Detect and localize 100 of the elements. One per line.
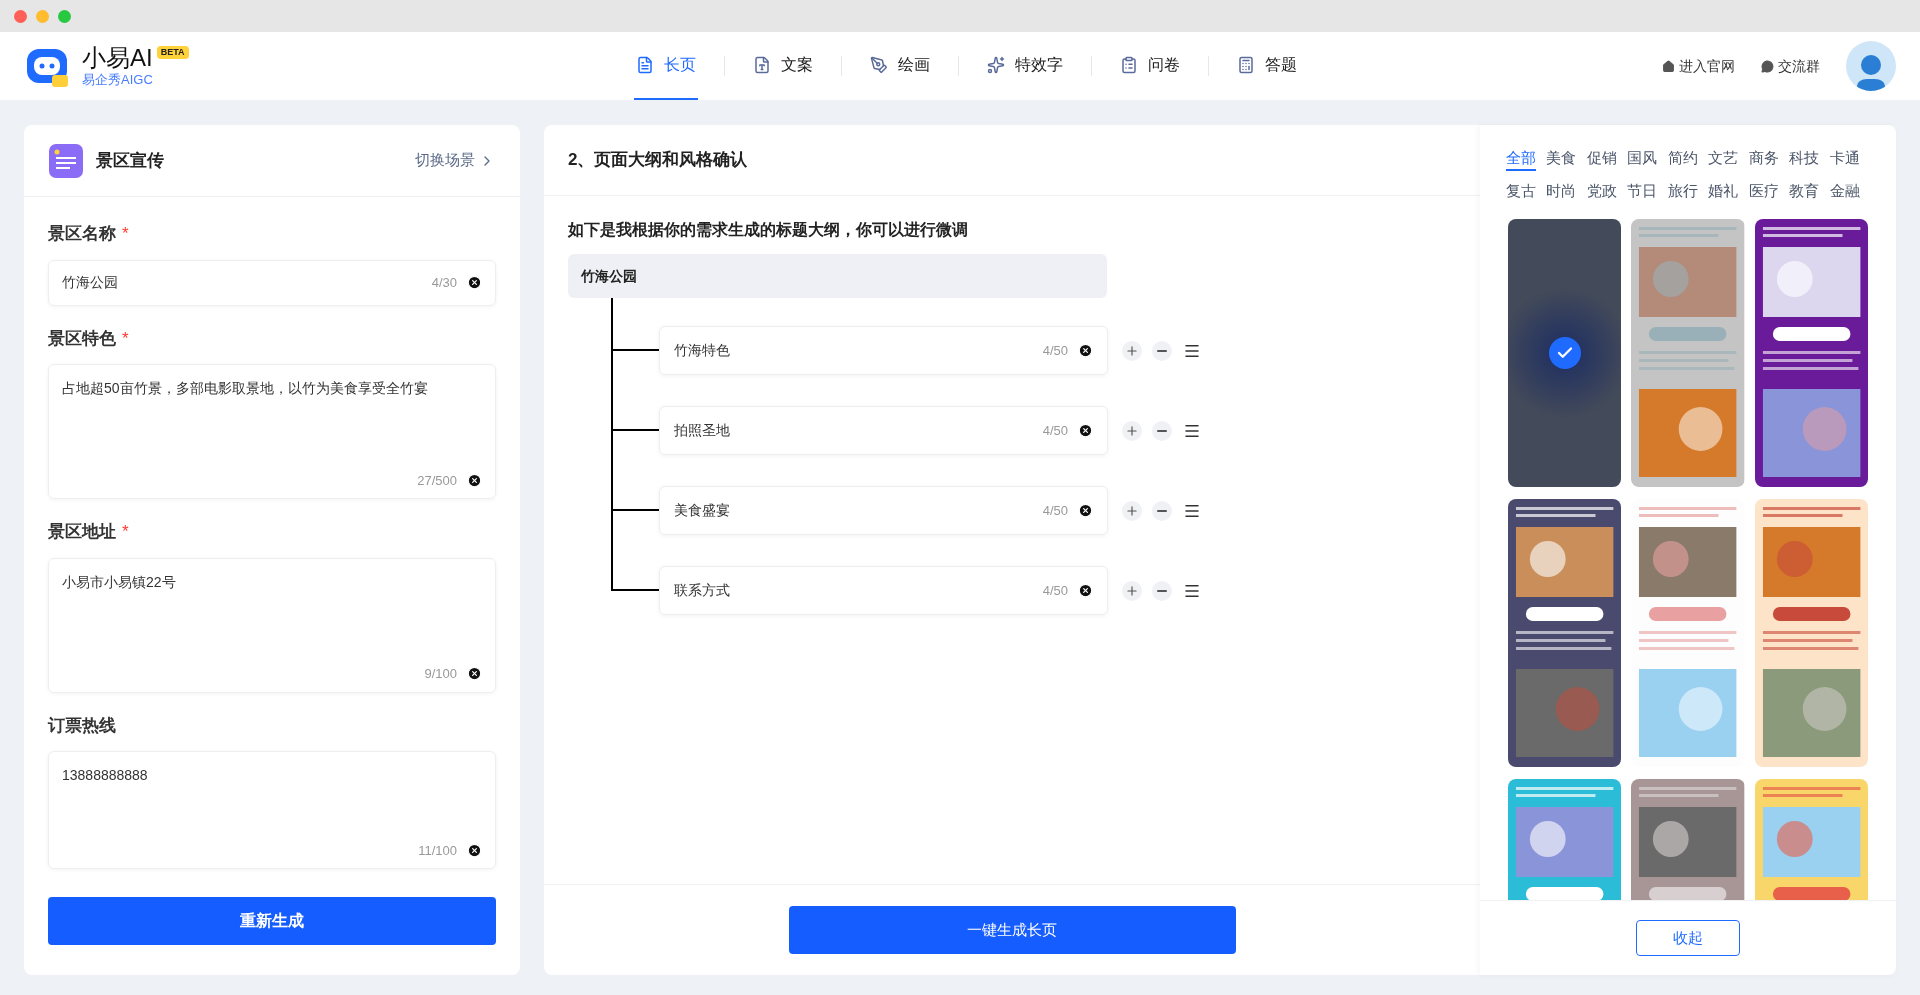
textarea-field[interactable]: 13888888888 11/100 (48, 751, 496, 869)
clear-icon (1078, 503, 1093, 518)
nav-tab[interactable]: 文案 (751, 32, 815, 100)
chat-bubble-icon (1761, 59, 1774, 73)
category-tab[interactable]: 促销 (1586, 148, 1617, 171)
home-icon (1662, 59, 1675, 73)
selected-template[interactable] (1508, 219, 1622, 487)
remove-button[interactable] (1152, 580, 1172, 601)
outline-item-field[interactable]: 竹海特色 4/50 (659, 326, 1108, 375)
minus-icon (1157, 429, 1167, 432)
avatar[interactable] (1846, 41, 1896, 91)
nav-tab[interactable]: 特效字 (985, 32, 1065, 100)
required-mark: * (122, 223, 129, 245)
char-count: 4/50 (1042, 501, 1068, 520)
char-count: 4/50 (1042, 421, 1068, 440)
website-link[interactable]: 进入官网 (1662, 55, 1735, 77)
textarea-field[interactable]: 占地超50亩竹景，多部电影取景地，以竹为美食享受全竹宴 27/500 (48, 364, 496, 499)
category-tab[interactable]: 党政 (1586, 181, 1617, 204)
field-value: 13888888888 (62, 766, 149, 785)
tab-icon (1120, 56, 1138, 74)
group-chat-link[interactable]: 交流群 (1761, 55, 1820, 77)
plus-icon (1125, 583, 1139, 598)
field-label: 订票热线 (48, 714, 116, 737)
clear-icon (467, 275, 482, 290)
nav-tab[interactable]: 绘画 (868, 32, 932, 100)
field-value: 竹海公园 (62, 273, 118, 292)
nav-tab[interactable]: 长页 (634, 32, 698, 100)
outline-item-text: 竹海特色 (674, 341, 730, 360)
tab-icon (636, 56, 654, 74)
step-title: 2、页面大纲和风格确认 (568, 149, 748, 172)
clear-icon (467, 666, 482, 682)
field-value: 小易市小易镇22号 (62, 572, 177, 592)
category-tab[interactable]: 科技 (1789, 148, 1820, 171)
tab-icon (1237, 56, 1255, 74)
char-count: 9/100 (424, 665, 457, 683)
remove-button[interactable] (1152, 420, 1172, 441)
clear-icon (467, 472, 482, 488)
char-count: 4/50 (1042, 341, 1068, 360)
nav-tab[interactable]: 答题 (1235, 32, 1299, 100)
category-tab[interactable]: 文艺 (1708, 148, 1739, 171)
scene-title: 景区宣传 (96, 149, 164, 172)
char-count: 27/500 (417, 471, 457, 490)
category-tab[interactable]: 教育 (1789, 181, 1820, 204)
plus-icon (1125, 343, 1139, 358)
minus-icon (1157, 349, 1167, 352)
tab-icon (870, 56, 888, 74)
outline-intro: 如下是我根据你的需求生成的标题大纲，你可以进行微调 (568, 220, 969, 240)
document-icon (49, 143, 83, 178)
category-tab[interactable]: 婚礼 (1708, 181, 1739, 204)
category-tab[interactable]: 国风 (1627, 148, 1658, 171)
required-mark: * (122, 327, 129, 350)
category-tab[interactable]: 金融 (1829, 181, 1860, 204)
outline-root[interactable]: 竹海公园 (568, 254, 1107, 298)
collapse-button[interactable]: 收起 (1636, 920, 1740, 956)
textarea-field[interactable]: 小易市小易镇22号 9/100 (48, 557, 496, 693)
category-tab[interactable]: 复古 (1506, 181, 1536, 204)
regenerate-button[interactable]: 重新生成 (48, 897, 496, 945)
category-tab[interactable]: 简约 (1667, 148, 1698, 171)
clear-icon (1078, 343, 1093, 358)
switch-scene-link[interactable]: 切换场景 (415, 149, 495, 172)
clear-icon (1078, 583, 1093, 598)
app-subtitle: 易企秀AIGC (82, 72, 154, 88)
remove-button[interactable] (1152, 340, 1172, 361)
clear-icon (1078, 423, 1093, 438)
char-count: 4/30 (431, 273, 457, 292)
clear-icon (467, 842, 482, 858)
outline-item-text: 美食盛宴 (674, 501, 730, 520)
category-tab[interactable]: 时尚 (1546, 181, 1577, 204)
minus-icon (1157, 589, 1167, 592)
field-label: 景区特色 (48, 327, 116, 350)
minus-icon (1157, 509, 1167, 512)
category-tab[interactable]: 节日 (1627, 181, 1658, 204)
field-label: 景区地址 (48, 521, 116, 543)
input-field[interactable]: 竹海公园 4/30 (48, 259, 496, 306)
nav-tab[interactable]: 问卷 (1118, 32, 1182, 100)
app-name: 小易AI (82, 44, 153, 72)
tab-icon (987, 56, 1005, 74)
category-tab[interactable]: 美食 (1546, 148, 1577, 171)
field-label: 景区名称 (48, 223, 116, 245)
add-button[interactable] (1122, 500, 1142, 521)
tab-icon (753, 56, 771, 74)
outline-item-text: 拍照圣地 (674, 421, 730, 440)
add-button[interactable] (1122, 340, 1142, 361)
category-tab[interactable]: 医疗 (1748, 181, 1779, 204)
add-button[interactable] (1122, 580, 1142, 601)
close-window-icon[interactable] (14, 9, 27, 23)
outline-item-field[interactable]: 联系方式 4/50 (659, 566, 1108, 615)
generate-button[interactable]: 一键生成长页 (788, 906, 1236, 954)
outline-item-field[interactable]: 拍照圣地 4/50 (659, 406, 1108, 455)
add-button[interactable] (1122, 420, 1142, 441)
outline-item-field[interactable]: 美食盛宴 4/50 (659, 486, 1108, 535)
category-tab[interactable]: 商务 (1748, 148, 1779, 171)
category-tab[interactable]: 旅行 (1667, 181, 1698, 204)
category-tab[interactable]: 卡通 (1829, 148, 1860, 171)
char-count: 4/50 (1042, 581, 1068, 600)
category-tab[interactable]: 全部 (1506, 148, 1536, 171)
remove-button[interactable] (1152, 500, 1172, 521)
plus-icon (1125, 503, 1139, 518)
check-icon (1548, 337, 1581, 369)
outline-item-text: 联系方式 (674, 581, 730, 600)
